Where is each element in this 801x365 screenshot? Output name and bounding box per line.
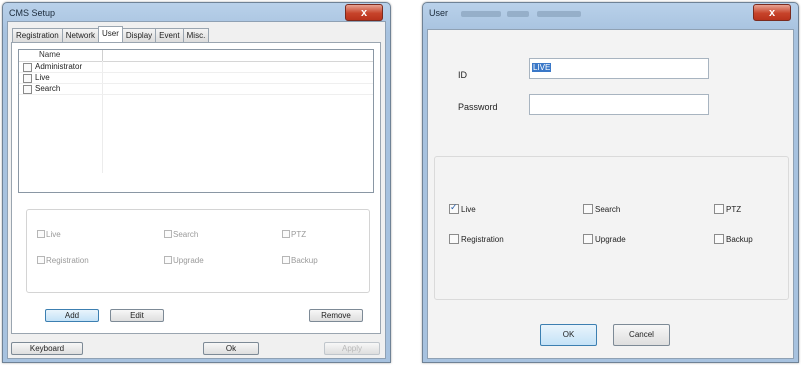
user-dialog-window: User x ID LIVE Password Live Search PTZ …: [422, 2, 799, 363]
remove-button[interactable]: Remove: [309, 309, 363, 322]
checkbox-icon: [37, 256, 45, 264]
user-checkbox[interactable]: [23, 74, 32, 83]
user-name: Live: [35, 73, 50, 82]
permission-ptz: PTZ: [282, 230, 306, 239]
cms-setup-window: CMS Setup x Registration Network User Di…: [2, 2, 391, 363]
permission-live[interactable]: Live: [449, 202, 476, 214]
cancel-button[interactable]: Cancel: [613, 324, 670, 346]
user-name: Search: [35, 84, 61, 93]
permission-label: Search: [595, 205, 621, 214]
tab-registration[interactable]: Registration: [12, 28, 63, 42]
permission-label: Search: [173, 230, 199, 239]
permission-label: Upgrade: [595, 235, 626, 244]
checkbox-icon: [164, 256, 172, 264]
cms-window-title: CMS Setup: [9, 8, 56, 18]
edit-button[interactable]: Edit: [110, 309, 164, 322]
column-divider: [102, 50, 103, 61]
checkbox-icon: [37, 230, 45, 238]
permission-live: Live: [37, 230, 61, 239]
permission-label: PTZ: [291, 230, 307, 239]
checkbox-icon[interactable]: [449, 234, 459, 244]
ok-button[interactable]: Ok: [203, 342, 259, 355]
cms-tab-strip: Registration Network User Display Event …: [12, 26, 210, 43]
cms-client-area: Registration Network User Display Event …: [7, 21, 386, 359]
tab-network[interactable]: Network: [61, 28, 100, 42]
user-client-area: ID LIVE Password Live Search PTZ Registr…: [427, 29, 794, 359]
permission-label: Backup: [726, 235, 753, 244]
add-button[interactable]: Add: [45, 309, 99, 322]
permission-label: PTZ: [726, 205, 742, 214]
permissions-group: Live Search PTZ Registration Upgrade Bac…: [26, 209, 370, 293]
permission-registration: Registration: [37, 256, 89, 265]
checkbox-icon: [282, 230, 290, 238]
permission-label: Registration: [461, 235, 504, 244]
user-name: Administrator: [35, 62, 83, 71]
keyboard-button[interactable]: Keyboard: [11, 342, 83, 355]
checkbox-icon: [282, 256, 290, 264]
permission-label: Upgrade: [173, 256, 204, 265]
id-value: LIVE: [532, 63, 552, 72]
checkbox-icon[interactable]: [714, 204, 724, 214]
permission-upgrade: Upgrade: [164, 256, 204, 265]
blurred-title-text: [537, 11, 581, 17]
close-icon[interactable]: x: [753, 4, 791, 21]
user-title-bar: User x: [423, 3, 798, 27]
close-icon[interactable]: x: [345, 4, 383, 21]
list-item[interactable]: Search: [19, 84, 373, 95]
name-column-header[interactable]: Name: [39, 50, 60, 59]
checkbox-icon[interactable]: [583, 204, 593, 214]
apply-button[interactable]: Apply: [324, 342, 380, 355]
permission-registration[interactable]: Registration: [449, 234, 504, 244]
user-window-title: User: [429, 8, 449, 18]
permission-backup: Backup: [282, 256, 318, 265]
tab-user[interactable]: User: [98, 26, 123, 42]
tab-misc[interactable]: Misc.: [182, 28, 210, 42]
list-item[interactable]: Live: [19, 73, 373, 84]
permission-ptz[interactable]: PTZ: [714, 204, 741, 214]
permission-label: Live: [46, 230, 61, 239]
tab-display[interactable]: Display: [121, 28, 157, 42]
tab-event[interactable]: Event: [155, 28, 184, 42]
blurred-title-text: [461, 11, 501, 17]
user-list[interactable]: Name Administrator Live Search: [18, 49, 374, 193]
password-field[interactable]: [529, 94, 709, 115]
id-input[interactable]: LIVE: [529, 58, 709, 79]
ok-button[interactable]: OK: [540, 324, 597, 346]
checkbox-icon[interactable]: [583, 234, 593, 244]
permission-backup[interactable]: Backup: [714, 234, 753, 244]
permissions-group: Live Search PTZ Registration Upgrade Bac…: [434, 156, 789, 300]
password-label: Password: [458, 102, 498, 112]
blurred-title-text: [507, 11, 529, 17]
id-label: ID: [458, 70, 467, 80]
checkbox-icon: [164, 230, 172, 238]
user-checkbox[interactable]: [23, 85, 32, 94]
user-tab-panel: Name Administrator Live Search Live Sear…: [11, 42, 381, 334]
list-item[interactable]: Administrator: [19, 62, 373, 73]
checkbox-checked-icon[interactable]: [449, 202, 459, 214]
user-checkbox[interactable]: [23, 63, 32, 72]
permission-search[interactable]: Search: [583, 204, 620, 214]
list-header: Name: [19, 50, 373, 62]
permission-label: Live: [461, 205, 476, 214]
permission-label: Registration: [46, 256, 89, 265]
permission-label: Backup: [291, 256, 318, 265]
checkbox-icon[interactable]: [714, 234, 724, 244]
permission-upgrade[interactable]: Upgrade: [583, 234, 626, 244]
permission-search: Search: [164, 230, 198, 239]
